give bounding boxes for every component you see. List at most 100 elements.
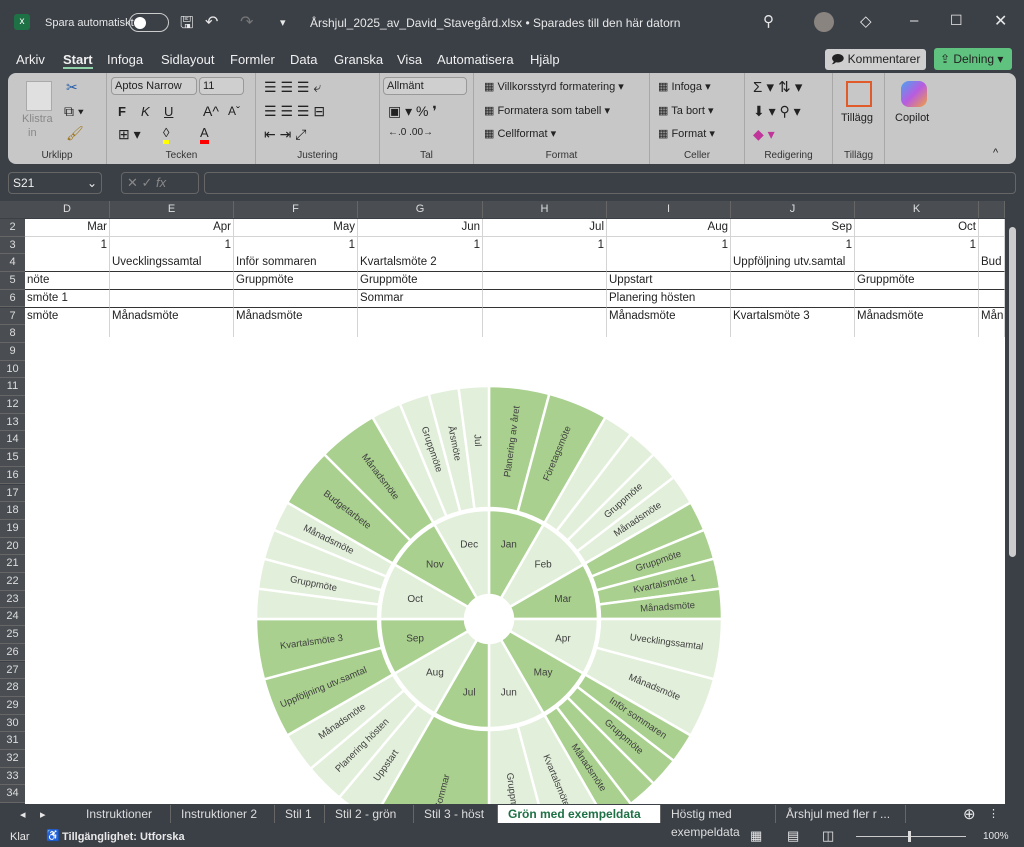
italic-button[interactable]: K [141, 104, 150, 119]
normal-view-icon[interactable]: ▦ [750, 828, 762, 844]
cell[interactable] [855, 289, 979, 308]
fill-icon[interactable]: ⬇ ▾ ⚲ ▾ [753, 103, 801, 120]
collapse-ribbon-icon[interactable]: ^ [993, 147, 998, 159]
comments-button[interactable]: 🗩 Kommentarer [825, 49, 926, 70]
number-format-select[interactable]: Allmänt [383, 77, 467, 95]
page-layout-icon[interactable]: ▤ [787, 828, 799, 844]
row-header[interactable]: 16 [0, 466, 25, 485]
save-icon[interactable]: 🖫 [180, 12, 194, 39]
chart-area[interactable]: Jan Planering av året Företagsmöte Feb Grupp… [25, 337, 1005, 847]
sheet-tab[interactable]: Instruktioner 2 [171, 805, 275, 823]
sheet-tab[interactable]: Årshjul med fler r ... [776, 805, 906, 823]
name-box[interactable]: S21 ⌄ [8, 172, 102, 194]
sheet-tab[interactable]: Stil 3 - höst [414, 805, 498, 823]
sheet-tab[interactable]: Grön med exempeldata [498, 805, 661, 823]
cell[interactable] [731, 272, 855, 291]
cell[interactable] [234, 289, 358, 308]
cell[interactable] [979, 289, 1005, 308]
font-size-select[interactable]: 11 [199, 77, 244, 95]
row-header[interactable]: 4 [0, 254, 25, 273]
row-header[interactable]: 10 [0, 360, 25, 379]
cell[interactable]: 1 [855, 236, 979, 255]
cell[interactable]: Gruppmöte [234, 272, 358, 291]
tab-formler[interactable]: Formler [230, 52, 275, 67]
cell[interactable]: Sommar [358, 289, 483, 308]
window-title[interactable]: Årshjul_2025_av_David_Stavegård.xlsx • S… [310, 16, 680, 30]
cell[interactable]: Jul [483, 219, 607, 237]
cell[interactable]: smöte 1 [25, 289, 110, 308]
column-header[interactable]: E [110, 201, 234, 218]
copilot-icon[interactable] [901, 81, 927, 107]
cell[interactable]: Jun [358, 219, 483, 237]
tab-granska[interactable]: Granska [334, 52, 383, 67]
accessibility-icon[interactable]: ♿ [46, 829, 60, 842]
format-as-table-button[interactable]: ▦ Formatera som tabell ▾ [484, 104, 610, 117]
cell[interactable]: Bud [979, 254, 1005, 273]
row-header[interactable]: 8 [0, 325, 25, 343]
cell-styles-button[interactable]: ▦ Cellformat ▾ [484, 127, 556, 140]
tab-start[interactable]: Start [63, 52, 93, 69]
diamond-icon[interactable]: ◇ [860, 12, 872, 30]
formula-input[interactable] [204, 172, 1016, 194]
cell[interactable]: Gruppmöte [855, 272, 979, 291]
row-header[interactable]: 29 [0, 696, 25, 715]
sheet-tab[interactable]: Stil 1 [275, 805, 325, 823]
cell[interactable]: Kvartalsmöte 3 [731, 307, 855, 326]
cell[interactable] [855, 254, 979, 273]
row-header[interactable]: 24 [0, 608, 25, 627]
row-header[interactable]: 22 [0, 573, 25, 591]
decrease-font-icon[interactable]: Aˇ [228, 104, 240, 118]
sheet-tab[interactable]: Stil 2 - grön [325, 805, 414, 823]
cell[interactable]: Uppstart [607, 272, 731, 291]
autosum-icon[interactable]: Σ ▾ ⇅ ▾ [753, 78, 802, 96]
cell[interactable]: 1 [607, 236, 731, 255]
row-header[interactable]: 21 [0, 555, 25, 573]
cell[interactable]: Månadsmöte [234, 307, 358, 326]
row-header[interactable]: 2 [0, 219, 25, 237]
cell[interactable]: Månadsmöte [607, 307, 731, 326]
tab-visa[interactable]: Visa [397, 52, 422, 67]
accessibility-status[interactable]: Tillgänglighet: Utforska [62, 831, 185, 843]
zoom-level[interactable]: 100% [983, 831, 1009, 842]
tab-data[interactable]: Data [290, 52, 317, 67]
cell[interactable]: Sep [731, 219, 855, 237]
sheet-scroll-right-icon[interactable]: ▸ [40, 808, 46, 821]
borders-icon[interactable]: ⊞ ▾ [118, 126, 141, 143]
copilot-button[interactable]: Copilot [895, 112, 929, 124]
fill-color-icon[interactable]: ◊ [163, 125, 170, 144]
cell[interactable]: Planering hösten [607, 289, 731, 308]
align-top-icon[interactable]: ☰ ☰ ☰ ⤶ [264, 79, 321, 96]
cell[interactable] [358, 307, 483, 326]
cell[interactable]: 1 [483, 236, 607, 255]
delete-cells-button[interactable]: ▦ Ta bort ▾ [658, 104, 713, 117]
row-header[interactable]: 7 [0, 307, 25, 326]
autosave-toggle[interactable] [129, 13, 169, 32]
cell[interactable]: Månadsmöte [110, 307, 234, 326]
cell[interactable]: 1 [731, 236, 855, 255]
row-header[interactable]: 34 [0, 785, 25, 804]
vertical-scrollbar[interactable] [1005, 201, 1020, 804]
row-header[interactable]: 13 [0, 413, 25, 432]
align-left-icon[interactable]: ☰ ☰ ☰ ⊟ [264, 103, 325, 120]
more-sheets-icon[interactable]: ⋮ [988, 807, 999, 820]
tab-automatisera[interactable]: Automatisera [437, 52, 514, 67]
row-header[interactable]: 28 [0, 679, 25, 697]
cell[interactable]: Uvecklingssamtal [110, 254, 234, 273]
row-header[interactable]: 25 [0, 626, 25, 644]
column-header[interactable]: G [358, 201, 483, 218]
cell[interactable]: Oct [855, 219, 979, 237]
tab-infoga[interactable]: Infoga [107, 52, 143, 67]
format-cells-button[interactable]: ▦ Format ▾ [658, 127, 715, 140]
cell[interactable]: 1 [358, 236, 483, 255]
row-header[interactable]: 11 [0, 378, 25, 396]
cell[interactable]: Apr [110, 219, 234, 237]
increase-font-icon[interactable]: A^ [203, 103, 219, 119]
cell[interactable]: 1 [110, 236, 234, 255]
search-icon[interactable]: ⚲ [763, 12, 774, 30]
font-color-icon[interactable]: A [200, 125, 209, 144]
paste-label-2[interactable]: in [28, 127, 37, 139]
copy-icon[interactable]: ⧉ ▾ [64, 103, 84, 120]
row-header[interactable]: 27 [0, 661, 25, 680]
cell[interactable]: May [234, 219, 358, 237]
clear-icon[interactable]: ◆ ▾ [753, 126, 775, 143]
